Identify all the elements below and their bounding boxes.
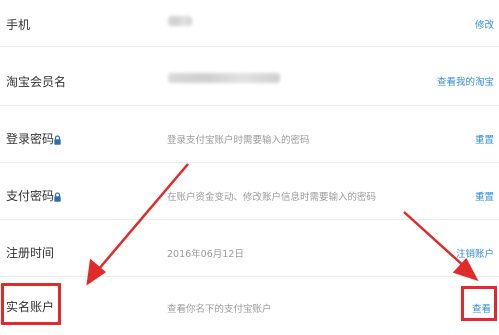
right-arrow [403,211,479,282]
left-arrow [86,163,189,286]
annotation-arrows [86,163,479,286]
